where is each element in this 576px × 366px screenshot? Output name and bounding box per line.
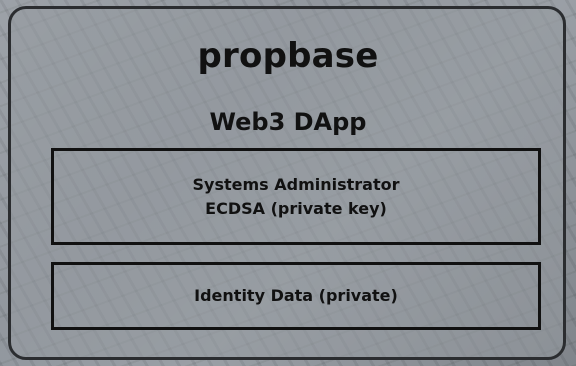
identity-data-label: Identity Data (private) [194, 286, 398, 305]
systems-administrator-box: Systems Administrator ECDSA (private key… [51, 148, 541, 245]
diagram-title: propbase [197, 36, 379, 76]
identity-data-box: Identity Data (private) [51, 262, 541, 330]
admin-key-label: ECDSA (private key) [205, 198, 387, 218]
admin-role-label: Systems Administrator [192, 174, 400, 194]
diagram-subtitle: Web3 DApp [209, 108, 367, 136]
